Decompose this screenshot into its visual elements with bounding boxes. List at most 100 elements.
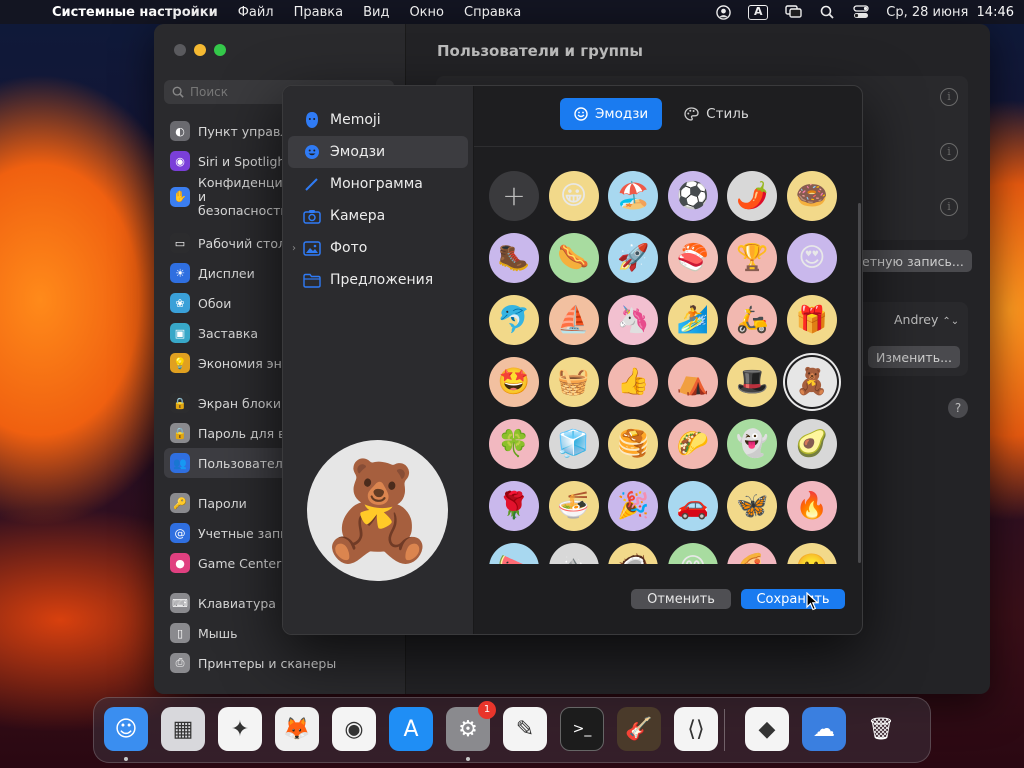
tab-style[interactable]: Стиль	[670, 98, 763, 130]
emoji-option[interactable]: 🚀	[608, 233, 659, 283]
info-icon[interactable]: i	[940, 143, 958, 161]
input-source-icon[interactable]: A	[748, 4, 769, 20]
emoji-option[interactable]: 🥞	[608, 419, 659, 469]
screen-mirroring-icon[interactable]	[784, 4, 802, 20]
menu-edit[interactable]: Правка	[294, 5, 343, 20]
tab-emoji[interactable]: Эмодзи	[560, 98, 663, 130]
grid-scrollbar[interactable]	[858, 203, 861, 563]
emoji-option[interactable]: 🏄	[667, 295, 718, 345]
textedit-icon[interactable]: ✎	[503, 707, 547, 751]
emoji-option[interactable]: 🏆	[727, 233, 778, 283]
save-button[interactable]: Сохранить	[741, 589, 845, 609]
garageband-glyph: 🎸	[625, 716, 653, 742]
emoji-option[interactable]: 🍩	[786, 171, 837, 221]
emoji-option[interactable]: 🥥	[608, 543, 659, 564]
control-center-icon[interactable]	[852, 4, 870, 20]
emoji-option[interactable]: 🍜	[548, 481, 599, 531]
emoji-option[interactable]: 🍀	[489, 419, 539, 469]
source-item[interactable]: Монограмма	[288, 168, 468, 200]
mouse-icon: ▯	[170, 623, 190, 643]
visual-studio-icon[interactable]: ◆	[745, 707, 789, 751]
garageband-icon[interactable]: 🎸	[617, 707, 661, 751]
visual-studio-glyph: ◆	[758, 716, 776, 742]
edit-button[interactable]: Изменить...	[868, 346, 960, 368]
launchpad-icon[interactable]: ▦	[161, 707, 205, 751]
info-icon[interactable]: i	[940, 88, 958, 106]
firefox-icon[interactable]: 🦊	[275, 707, 319, 751]
sidebar-item-label: Game Center	[198, 555, 282, 571]
spotlight-search-icon[interactable]	[818, 4, 836, 20]
safari-icon[interactable]: ✦	[218, 707, 262, 751]
emoji-option[interactable]: 😀	[548, 171, 599, 221]
emoji-option[interactable]: 🧊	[548, 419, 599, 469]
emoji-option[interactable]: 🤩	[489, 357, 539, 407]
trash-icon[interactable]: 🗑	[859, 707, 903, 751]
emoji-option[interactable]: ⛰️	[548, 543, 599, 564]
menu-file[interactable]: Файл	[238, 5, 274, 20]
emoji-option[interactable]: 🌭	[548, 233, 599, 283]
menu-window[interactable]: Окно	[409, 5, 444, 20]
emoji-option[interactable]: ⛵	[548, 295, 599, 345]
emoji-option[interactable]: 👻	[727, 419, 778, 469]
emoji-option[interactable]: 🎉	[608, 481, 659, 531]
menu-help[interactable]: Справка	[464, 5, 521, 20]
emoji-option[interactable]: 😊	[667, 543, 718, 564]
emoji-option[interactable]: 🧺	[548, 357, 599, 407]
add-account-button[interactable]: етную запись...	[854, 250, 972, 272]
source-item[interactable]: Эмодзи	[288, 136, 468, 168]
emoji-option[interactable]: 🌶️	[727, 171, 778, 221]
source-item[interactable]: Предложения	[288, 264, 468, 296]
chevron-right-icon[interactable]: ›	[292, 243, 296, 254]
source-item[interactable]: Memoji	[288, 104, 468, 136]
source-item[interactable]: Камера	[288, 200, 468, 232]
emoji-option[interactable]: 🐬	[489, 295, 539, 345]
menu-view[interactable]: Вид	[363, 5, 389, 20]
minimize-button[interactable]	[194, 44, 206, 56]
emoji-option[interactable]: 🎩	[727, 357, 778, 407]
app-store-icon[interactable]: A	[389, 707, 433, 751]
emoji-option[interactable]: 🍉	[489, 543, 539, 564]
emoji-option[interactable]: 🎁	[786, 295, 837, 345]
help-button[interactable]: ?	[948, 398, 968, 418]
zoom-button[interactable]	[214, 44, 226, 56]
system-settings-icon[interactable]: ⚙ 1	[446, 701, 496, 751]
emoji-option-selected[interactable]: 🧸	[786, 357, 837, 407]
emoji-option[interactable]: 🥾	[489, 233, 539, 283]
keyboard-icon: ⌨	[170, 593, 190, 613]
close-button[interactable]	[174, 44, 186, 56]
emoji-option[interactable]: 🍕	[727, 543, 778, 564]
emoji-option[interactable]: ⛺	[667, 357, 718, 407]
emoji-option[interactable]: 🦋	[727, 481, 778, 531]
info-icon[interactable]: i	[940, 198, 958, 216]
tab-emoji-label: Эмодзи	[595, 106, 649, 122]
emoji-option[interactable]: 🍣	[667, 233, 718, 283]
sidebar-item[interactable]: ⎙ Принтеры и сканеры	[164, 648, 400, 678]
emoji-option[interactable]: ⚽	[667, 171, 718, 221]
emoji-option[interactable]: 🌮	[667, 419, 718, 469]
emoji-option[interactable]: 🔥	[786, 481, 837, 531]
emoji-option[interactable]: 🏖️	[608, 171, 659, 221]
weather-icon[interactable]: ☁	[802, 707, 846, 751]
emoji-option[interactable]: 🦄	[608, 295, 659, 345]
emoji-option[interactable]: 🙂	[786, 543, 837, 564]
emoji-option[interactable]: 🌹	[489, 481, 539, 531]
emoji-option[interactable]: 🛵	[727, 295, 778, 345]
emoji-option[interactable]: 🥑	[786, 419, 837, 469]
user-account-icon[interactable]	[714, 4, 732, 20]
add-emoji-button[interactable]: +	[489, 171, 539, 221]
emoji-option[interactable]: 😍	[786, 233, 837, 283]
memoji-icon	[303, 111, 321, 129]
emoji-option[interactable]: 🚗	[667, 481, 718, 531]
cancel-button[interactable]: Отменить	[631, 589, 731, 609]
user-select[interactable]: Andrey ⌃⌄	[894, 312, 959, 327]
app-menu[interactable]: Системные настройки	[52, 5, 218, 20]
terminal-icon[interactable]: >_	[560, 707, 604, 751]
source-item[interactable]: › Фото	[288, 232, 468, 264]
tab-style-label: Стиль	[706, 106, 749, 122]
chrome-icon[interactable]: ◉	[332, 707, 376, 751]
emoji-option[interactable]: 👍	[608, 357, 659, 407]
menu-clock[interactable]: Ср, 28 июня 14:46	[886, 5, 1014, 20]
finder-icon[interactable]: ☺	[104, 707, 148, 751]
emoji-grid-container: + 😀🏖️⚽🌶️🍩 🥾🌭🚀🍣🏆😍 🐬⛵🦄🏄🛵🎁 🤩🧺👍⛺🎩🧸 🍀🧊🥞🌮👻🥑 🌹🍜🎉🚗🦋🔥 🍉…	[474, 146, 862, 564]
vscode-icon[interactable]: ⟨⟩	[674, 707, 718, 751]
